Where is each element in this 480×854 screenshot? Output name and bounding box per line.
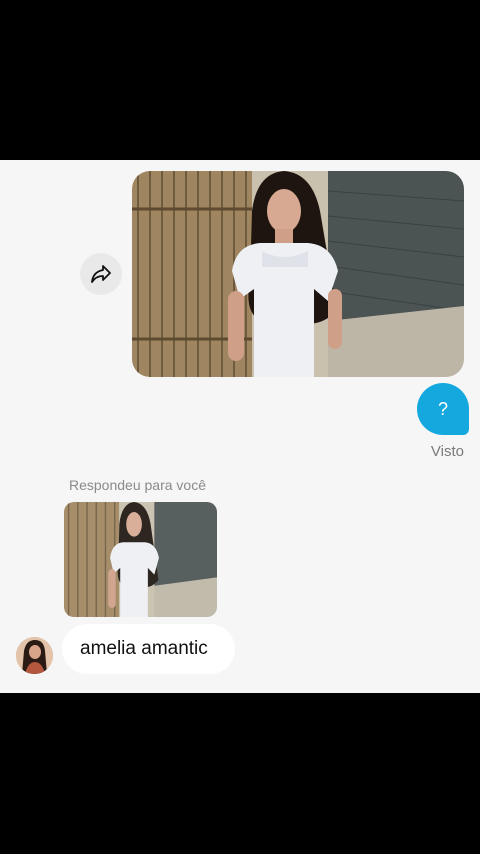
seen-status: Visto bbox=[430, 443, 464, 460]
sent-message-text: ? bbox=[437, 398, 448, 419]
share-forward-icon bbox=[90, 264, 112, 284]
top-black-bar bbox=[0, 0, 480, 160]
reply-context-label: Respondeu para você bbox=[69, 477, 206, 493]
replied-photo-thumbnail[interactable] bbox=[64, 502, 217, 617]
sent-message-bubble[interactable]: ? bbox=[417, 383, 469, 435]
received-message-text: amelia amantic bbox=[80, 638, 208, 659]
received-message-bubble[interactable]: amelia amantic bbox=[62, 624, 235, 674]
chat-thread[interactable]: ? Visto Respondeu para você amelia amant… bbox=[0, 160, 480, 693]
avatar[interactable] bbox=[16, 637, 53, 674]
sent-photo[interactable] bbox=[132, 171, 464, 377]
bottom-black-bar bbox=[0, 693, 480, 854]
share-button[interactable] bbox=[80, 253, 122, 295]
